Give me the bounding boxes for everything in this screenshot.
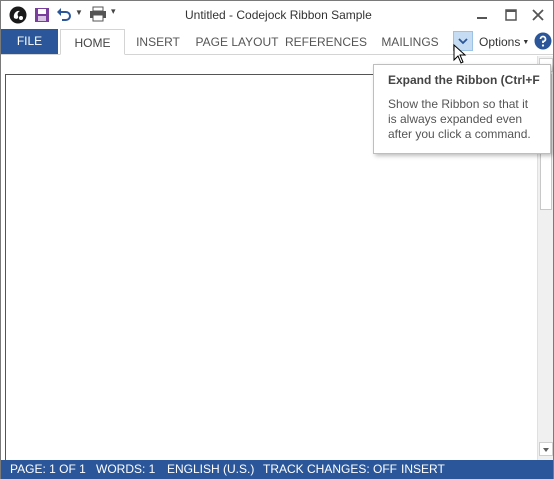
file-tab[interactable]: FILE	[1, 29, 58, 54]
maximize-icon[interactable]	[501, 5, 521, 25]
application-window: ▼ ▾ Untitled - Codejock Ribbon Sample FI…	[0, 0, 554, 479]
customize-toolbar-icon[interactable]: ▾	[111, 6, 116, 17]
print-icon[interactable]	[89, 6, 107, 22]
tab-home[interactable]: HOME	[60, 29, 125, 55]
options-dropdown-arrow-icon: ▼	[522, 39, 530, 46]
status-language[interactable]: ENGLISH (U.S.)	[167, 460, 254, 479]
tooltip-line: is always expanded even	[388, 112, 523, 126]
status-track-changes[interactable]: TRACK CHANGES: OFF	[263, 460, 397, 479]
status-mode[interactable]: INSERT	[401, 460, 445, 479]
minimize-icon[interactable]	[472, 5, 492, 25]
tab-mailings[interactable]: MAILINGS	[377, 29, 443, 55]
close-icon[interactable]	[528, 5, 548, 25]
status-bar: PAGE: 1 OF 1 WORDS: 1 ENGLISH (U.S.) TRA…	[1, 460, 553, 479]
undo-icon[interactable]	[56, 6, 72, 22]
expand-ribbon-tooltip: Expand the Ribbon (Ctrl+F Show the Ribbo…	[373, 64, 551, 154]
tab-page-layout[interactable]: PAGE LAYOUT	[191, 29, 283, 55]
save-icon[interactable]	[34, 7, 50, 23]
window-title: Untitled - Codejock Ribbon Sample	[185, 8, 372, 22]
status-words[interactable]: WORDS: 1	[96, 460, 155, 479]
options-label: Options	[479, 35, 521, 49]
options-menu[interactable]: Options ▼	[479, 29, 529, 55]
tooltip-title: Expand the Ribbon (Ctrl+F	[388, 73, 540, 87]
tab-references[interactable]: REFERENCES	[285, 29, 367, 55]
undo-dropdown-arrow-icon[interactable]: ▼	[75, 8, 83, 17]
tab-insert[interactable]: INSERT	[131, 29, 185, 55]
app-logo-icon[interactable]	[9, 6, 27, 24]
scroll-down-button[interactable]	[539, 442, 553, 456]
ribbon-tab-bar: FILE HOME INSERT PAGE LAYOUT REFERENCES …	[1, 29, 553, 55]
title-bar: ▼ ▾ Untitled - Codejock Ribbon Sample	[1, 1, 553, 29]
tooltip-line: after you click a command.	[388, 127, 531, 141]
status-page[interactable]: PAGE: 1 OF 1	[10, 460, 86, 479]
tooltip-body: Show the Ribbon so that it is always exp…	[388, 97, 548, 142]
scroll-down-arrow-icon	[543, 448, 549, 452]
help-icon[interactable]	[534, 32, 552, 50]
tooltip-line: Show the Ribbon so that it	[388, 97, 529, 111]
mouse-cursor-icon	[453, 44, 467, 64]
